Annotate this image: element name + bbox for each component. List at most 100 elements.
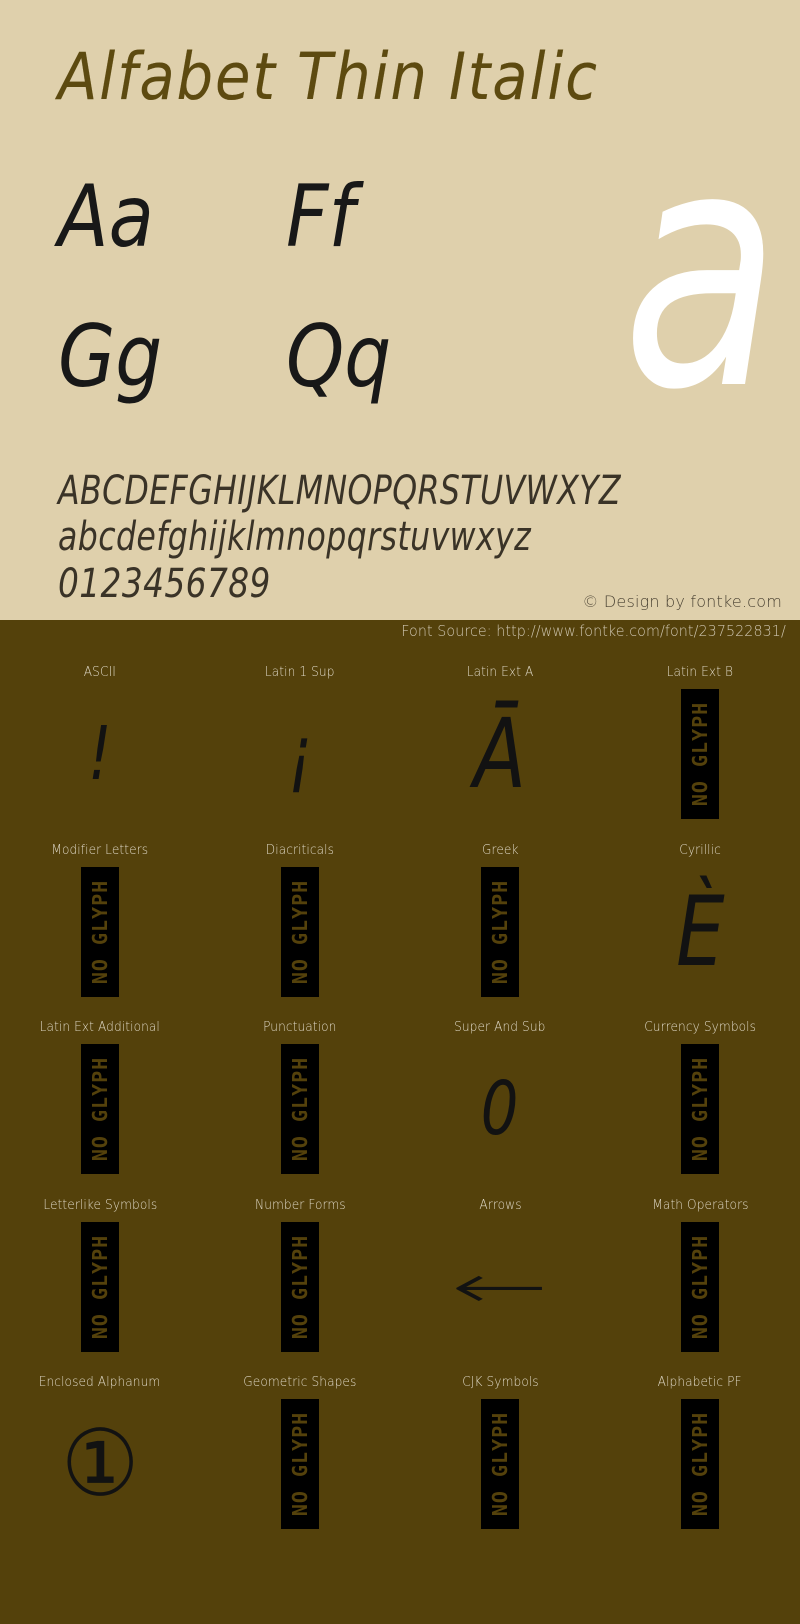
- unicode-block-label: Cyrillic: [679, 841, 721, 858]
- unicode-block-glyph: È: [675, 875, 725, 988]
- unicode-block-cell[interactable]: Latin 1 Sup ¡: [200, 650, 400, 828]
- letter-pair-Qq: Qq: [285, 307, 391, 407]
- no-glyph-label: NO GLYPH: [488, 1411, 513, 1517]
- no-glyph-label: NO GLYPH: [288, 1056, 313, 1162]
- unicode-block-glyph-area: NO GLYPH: [200, 862, 400, 1002]
- no-glyph-label: NO GLYPH: [288, 1234, 313, 1339]
- no-glyph-badge: NO GLYPH: [681, 1399, 719, 1529]
- unicode-blocks-panel: Font Source: http://www.fontke.com/font/…: [0, 620, 800, 1624]
- unicode-block-cell[interactable]: Alphabetic PF NO GLYPH: [600, 1360, 800, 1538]
- unicode-block-label: Modifier Letters: [51, 841, 149, 858]
- no-glyph-label: NO GLYPH: [688, 1056, 713, 1162]
- unicode-block-glyph-area: È: [600, 862, 800, 1002]
- no-glyph-label: NO GLYPH: [88, 1234, 113, 1339]
- unicode-block-cell[interactable]: Latin Ext B NO GLYPH: [600, 650, 800, 828]
- unicode-block-glyph-area: NO GLYPH: [200, 1039, 400, 1179]
- unicode-block-glyph: Ā: [473, 698, 527, 810]
- unicode-block-glyph-area: NO GLYPH: [600, 684, 800, 824]
- unicode-block-glyph: !: [88, 711, 112, 797]
- unicode-block-label: CJK Symbols: [461, 1374, 539, 1390]
- no-glyph-badge: NO GLYPH: [481, 1399, 519, 1529]
- letter-pair-row: Gg Qq: [58, 312, 478, 452]
- unicode-block-glyph-area: 0: [400, 1039, 600, 1179]
- unicode-block-label: Latin Ext B: [666, 664, 734, 680]
- unicode-block-cell[interactable]: Latin Ext A Ā: [400, 650, 600, 828]
- unicode-block-glyph-area: ①: [0, 1394, 200, 1534]
- unicode-block-cell[interactable]: Arrows ←: [400, 1183, 600, 1361]
- letter-pair-row: Aa Ff: [58, 172, 478, 312]
- unicode-block-cell[interactable]: Modifier Letters NO GLYPH: [0, 828, 200, 1006]
- unicode-block-cell[interactable]: Letterlike Symbols NO GLYPH: [0, 1183, 200, 1361]
- unicode-block-cell[interactable]: Cyrillic È: [600, 828, 800, 1006]
- unicode-block-cell[interactable]: Currency Symbols NO GLYPH: [600, 1005, 800, 1183]
- unicode-block-grid: ASCII! Latin 1 Sup ¡ Latin Ext A Ā Latin Ext …: [0, 650, 800, 1538]
- unicode-block-cell[interactable]: Math Operators NO GLYPH: [600, 1183, 800, 1361]
- unicode-block-label: Greek: [481, 841, 519, 858]
- specimen-preview-panel: a Alfabet Thin Italic Aa Ff Gg Qq ABCDEF…: [0, 0, 800, 620]
- unicode-block-label: Latin Ext A: [466, 664, 534, 680]
- unicode-block-glyph-area: NO GLYPH: [200, 1394, 400, 1534]
- no-glyph-badge: NO GLYPH: [681, 1221, 719, 1352]
- no-glyph-label: NO GLYPH: [688, 701, 713, 807]
- unicode-block-label: Number Forms: [254, 1196, 346, 1213]
- unicode-block-cell[interactable]: Enclosed Alphanum ①: [0, 1360, 200, 1538]
- unicode-block-glyph-area: ¡: [200, 684, 400, 824]
- unicode-block-glyph-area: NO GLYPH: [600, 1217, 800, 1357]
- no-glyph-label: NO GLYPH: [488, 879, 513, 984]
- no-glyph-badge: NO GLYPH: [81, 1044, 119, 1174]
- hero-glyph-letter: a: [622, 78, 780, 462]
- no-glyph-badge: NO GLYPH: [81, 1221, 119, 1352]
- unicode-block-cell[interactable]: Super And Sub 0: [400, 1005, 600, 1183]
- alphabet-sample-block: ABCDEFGHIJKLMNOPQRSTUVWXYZ abcdefghijklm…: [58, 468, 758, 608]
- unicode-block-label: Super And Sub: [454, 1019, 546, 1035]
- unicode-block-cell[interactable]: Number Forms NO GLYPH: [200, 1183, 400, 1361]
- unicode-block-glyph-area: NO GLYPH: [200, 1217, 400, 1357]
- unicode-block-cell[interactable]: Geometric Shapes NO GLYPH: [200, 1360, 400, 1538]
- unicode-block-glyph-area: NO GLYPH: [0, 862, 200, 1002]
- unicode-block-glyph-area: NO GLYPH: [400, 862, 600, 1002]
- unicode-block-label: Currency Symbols: [644, 1019, 756, 1035]
- letter-pair-grid: Aa Ff Gg Qq: [58, 172, 478, 452]
- unicode-block-cell[interactable]: Punctuation NO GLYPH: [200, 1005, 400, 1183]
- unicode-block-glyph: ←: [450, 1250, 550, 1323]
- no-glyph-badge: NO GLYPH: [281, 1044, 319, 1174]
- unicode-block-glyph-area: NO GLYPH: [0, 1039, 200, 1179]
- unicode-block-cell[interactable]: Greek NO GLYPH: [400, 828, 600, 1006]
- no-glyph-badge: NO GLYPH: [681, 689, 719, 819]
- unicode-block-label: Letterlike Symbols: [43, 1196, 157, 1213]
- unicode-block-label: Latin Ext Additional: [39, 1019, 161, 1035]
- unicode-block-cell[interactable]: ASCII!: [0, 650, 200, 828]
- unicode-block-label: Latin 1 Sup: [265, 664, 335, 680]
- alphabet-digits: 0123456789: [58, 561, 271, 607]
- no-glyph-label: NO GLYPH: [288, 1411, 313, 1517]
- unicode-block-glyph-area: !: [0, 684, 200, 824]
- font-source-url[interactable]: Font Source: http://www.fontke.com/font/…: [401, 622, 786, 640]
- unicode-block-label: Math Operators: [651, 1196, 749, 1213]
- unicode-block-cell[interactable]: CJK Symbols NO GLYPH: [400, 1360, 600, 1538]
- alphabet-lowercase: abcdefghijklmnopqrstuvwxyz: [58, 514, 532, 560]
- no-glyph-badge: NO GLYPH: [281, 1399, 319, 1529]
- unicode-block-label: Punctuation: [263, 1019, 337, 1035]
- unicode-block-label: Alphabetic PF: [658, 1374, 742, 1390]
- no-glyph-badge: NO GLYPH: [481, 866, 519, 997]
- unicode-block-glyph-area: NO GLYPH: [600, 1039, 800, 1179]
- unicode-block-glyph: ¡: [288, 711, 312, 797]
- unicode-block-label: Diacriticals: [265, 841, 335, 858]
- no-glyph-label: NO GLYPH: [88, 879, 113, 984]
- letter-pair-Ff: Ff: [285, 167, 355, 267]
- font-name-title: Alfabet Thin Italic: [58, 38, 599, 115]
- no-glyph-badge: NO GLYPH: [281, 1221, 319, 1352]
- unicode-block-glyph-area: NO GLYPH: [0, 1217, 200, 1357]
- unicode-block-glyph: 0: [481, 1066, 519, 1152]
- unicode-block-label: ASCII: [83, 664, 117, 680]
- unicode-block-cell[interactable]: Diacriticals NO GLYPH: [200, 828, 400, 1006]
- unicode-block-glyph-area: NO GLYPH: [600, 1394, 800, 1534]
- unicode-block-label: Arrows: [478, 1196, 522, 1213]
- no-glyph-label: NO GLYPH: [688, 1411, 713, 1517]
- letter-pair-Aa: Aa: [58, 167, 154, 267]
- unicode-block-glyph-area: NO GLYPH: [400, 1394, 600, 1534]
- no-glyph-label: NO GLYPH: [88, 1056, 113, 1162]
- unicode-block-cell[interactable]: Latin Ext Additional NO GLYPH: [0, 1005, 200, 1183]
- unicode-block-glyph-area: Ā: [400, 684, 600, 824]
- unicode-block-label: Geometric Shapes: [243, 1374, 357, 1390]
